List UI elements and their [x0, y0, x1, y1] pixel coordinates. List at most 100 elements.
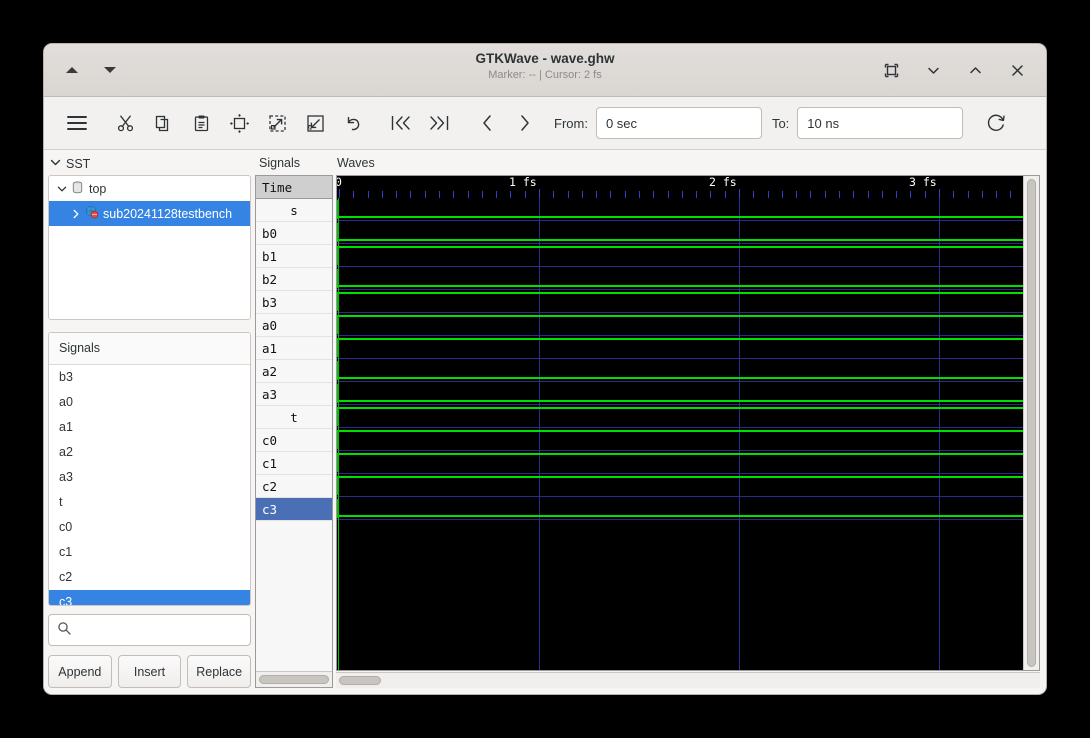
sidebar-signal-t[interactable]: t: [49, 490, 250, 515]
time-minor-tick: [510, 191, 511, 198]
chevron-down-icon[interactable]: [55, 184, 68, 194]
wave-trace-a3[interactable]: [337, 382, 1023, 405]
time-minor-tick: [925, 191, 926, 198]
sst-header[interactable]: SST: [48, 156, 251, 175]
time-minor-tick: [996, 191, 997, 198]
wave-name-a2[interactable]: a2: [256, 360, 332, 383]
wave-name-a0[interactable]: a0: [256, 314, 332, 337]
search-input[interactable]: [48, 614, 251, 646]
wave-canvas[interactable]: 01 fs2 fs3 fs: [337, 176, 1023, 670]
wave-name-column: Timesb0b1b2b3a0a1a2a3tc0c1c2c3: [255, 175, 333, 688]
title-bar: GTKWave - wave.ghw Marker: -- | Cursor: …: [44, 44, 1046, 97]
sidebar-signal-items[interactable]: b3a0a1 a2 a3 t c0c1c2c3: [49, 365, 250, 605]
sidebar-signal-c1[interactable]: c1: [49, 540, 250, 565]
wave-name-b1[interactable]: b1: [256, 245, 332, 268]
wave-name-b0[interactable]: b0: [256, 222, 332, 245]
window-controls: [880, 59, 1046, 81]
sidebar-signal-a0[interactable]: a0: [49, 390, 250, 415]
sidebar-signal-c0[interactable]: c0: [49, 515, 250, 540]
wave-trace-b2[interactable]: [337, 267, 1023, 290]
wave-trace-c2[interactable]: [337, 474, 1023, 497]
wave-trace-c1[interactable]: [337, 451, 1023, 474]
wave-name-c3[interactable]: c3: [256, 498, 332, 521]
chevron-up-icon[interactable]: [964, 59, 986, 81]
scrollbar-thumb[interactable]: [259, 675, 329, 684]
triangle-up-icon[interactable]: [62, 60, 82, 80]
chevron-down-icon[interactable]: [922, 59, 944, 81]
scrollbar-thumb[interactable]: [339, 676, 381, 685]
next-edge-icon[interactable]: [506, 106, 544, 140]
undo-icon[interactable]: [334, 106, 372, 140]
wave-name-b3[interactable]: b3: [256, 291, 332, 314]
zoom-out-icon[interactable]: [296, 106, 334, 140]
wave-trace-c0[interactable]: [337, 428, 1023, 451]
names-horizontal-scrollbar[interactable]: [256, 671, 332, 687]
copy-icon[interactable]: [144, 106, 182, 140]
wave-name-label: t: [290, 410, 298, 425]
wave-name-c0[interactable]: c0: [256, 429, 332, 452]
close-icon[interactable]: [1006, 59, 1028, 81]
sidebar-signal-c2[interactable]: c2: [49, 565, 250, 590]
sidebar-signal-c3[interactable]: c3: [49, 590, 250, 605]
wave-trace-a0[interactable]: [337, 313, 1023, 336]
time-minor-tick: [696, 191, 697, 198]
wave-name-c2[interactable]: c2: [256, 475, 332, 498]
previous-edge-icon[interactable]: [468, 106, 506, 140]
sidebar-signal-a2[interactable]: a2: [49, 440, 250, 465]
chevron-right-icon[interactable]: [69, 209, 82, 219]
wave-trace-level-low: [337, 216, 1023, 218]
cut-icon[interactable]: [106, 106, 144, 140]
wave-name-label: b0: [262, 226, 277, 241]
wave-trace-level-high: [337, 453, 1023, 455]
wave-trace-b1[interactable]: [337, 244, 1023, 267]
go-to-end-icon[interactable]: [420, 106, 458, 140]
cursor-line[interactable]: [338, 198, 339, 670]
scrollbar-thumb[interactable]: [1027, 179, 1036, 667]
from-input[interactable]: 0 sec: [596, 107, 762, 139]
wave-name-a3[interactable]: a3: [256, 383, 332, 406]
to-input[interactable]: 10 ns: [797, 107, 963, 139]
wave-trace-level-high: [337, 246, 1023, 248]
wave-name-label: s: [290, 203, 298, 218]
reload-icon[interactable]: [977, 106, 1015, 140]
wave-name-t[interactable]: t: [256, 406, 332, 429]
list-item-label: a2: [59, 445, 73, 459]
replace-button[interactable]: Replace: [187, 655, 251, 688]
insert-button[interactable]: Insert: [118, 655, 182, 688]
wave-name-a1[interactable]: a1: [256, 337, 332, 360]
wave-display-area: 01 fs2 fs3 fs: [336, 175, 1040, 671]
time-ruler[interactable]: 01 fs2 fs3 fs: [337, 176, 1023, 198]
wave-trace-a2[interactable]: [337, 359, 1023, 382]
sidebar-action-buttons: Append Insert Replace: [48, 655, 251, 688]
go-to-start-icon[interactable]: [382, 106, 420, 140]
sidebar-signal-a1[interactable]: a1: [49, 415, 250, 440]
wave-trace-a1[interactable]: [337, 336, 1023, 359]
tree-item-sub20241128testbench[interactable]: sub20241128testbench: [49, 201, 250, 226]
zoom-in-icon[interactable]: [258, 106, 296, 140]
gtkwave-window: GTKWave - wave.ghw Marker: -- | Cursor: …: [44, 44, 1046, 694]
tree-item-top[interactable]: top: [49, 176, 250, 201]
time-minor-tick: [710, 191, 711, 198]
waves-vertical-scrollbar[interactable]: [1023, 176, 1039, 670]
wave-name-label: b2: [262, 272, 277, 287]
restore-icon[interactable]: [880, 59, 902, 81]
wave-name-list[interactable]: Timesb0b1b2b3a0a1a2a3tc0c1c2c3: [256, 176, 332, 671]
hamburger-menu-icon[interactable]: [58, 106, 96, 140]
waves-horizontal-scrollbar[interactable]: [336, 672, 1040, 688]
sst-tree[interactable]: top sub20241128testbench: [48, 175, 251, 320]
paste-icon[interactable]: [182, 106, 220, 140]
append-button[interactable]: Append: [48, 655, 112, 688]
wave-trace-t[interactable]: [337, 405, 1023, 428]
wave-trace-b0[interactable]: [337, 221, 1023, 244]
wave-name-s[interactable]: s: [256, 199, 332, 222]
wave-trace-s[interactable]: [337, 198, 1023, 221]
zoom-fit-icon[interactable]: [220, 106, 258, 140]
list-item-label: t: [59, 495, 62, 509]
sidebar-signal-b3[interactable]: b3: [49, 365, 250, 390]
wave-name-b2[interactable]: b2: [256, 268, 332, 291]
wave-trace-b3[interactable]: [337, 290, 1023, 313]
wave-trace-c3[interactable]: [337, 497, 1023, 520]
sidebar-signal-a3[interactable]: a3: [49, 465, 250, 490]
triangle-down-icon[interactable]: [100, 60, 120, 80]
wave-name-c1[interactable]: c1: [256, 452, 332, 475]
